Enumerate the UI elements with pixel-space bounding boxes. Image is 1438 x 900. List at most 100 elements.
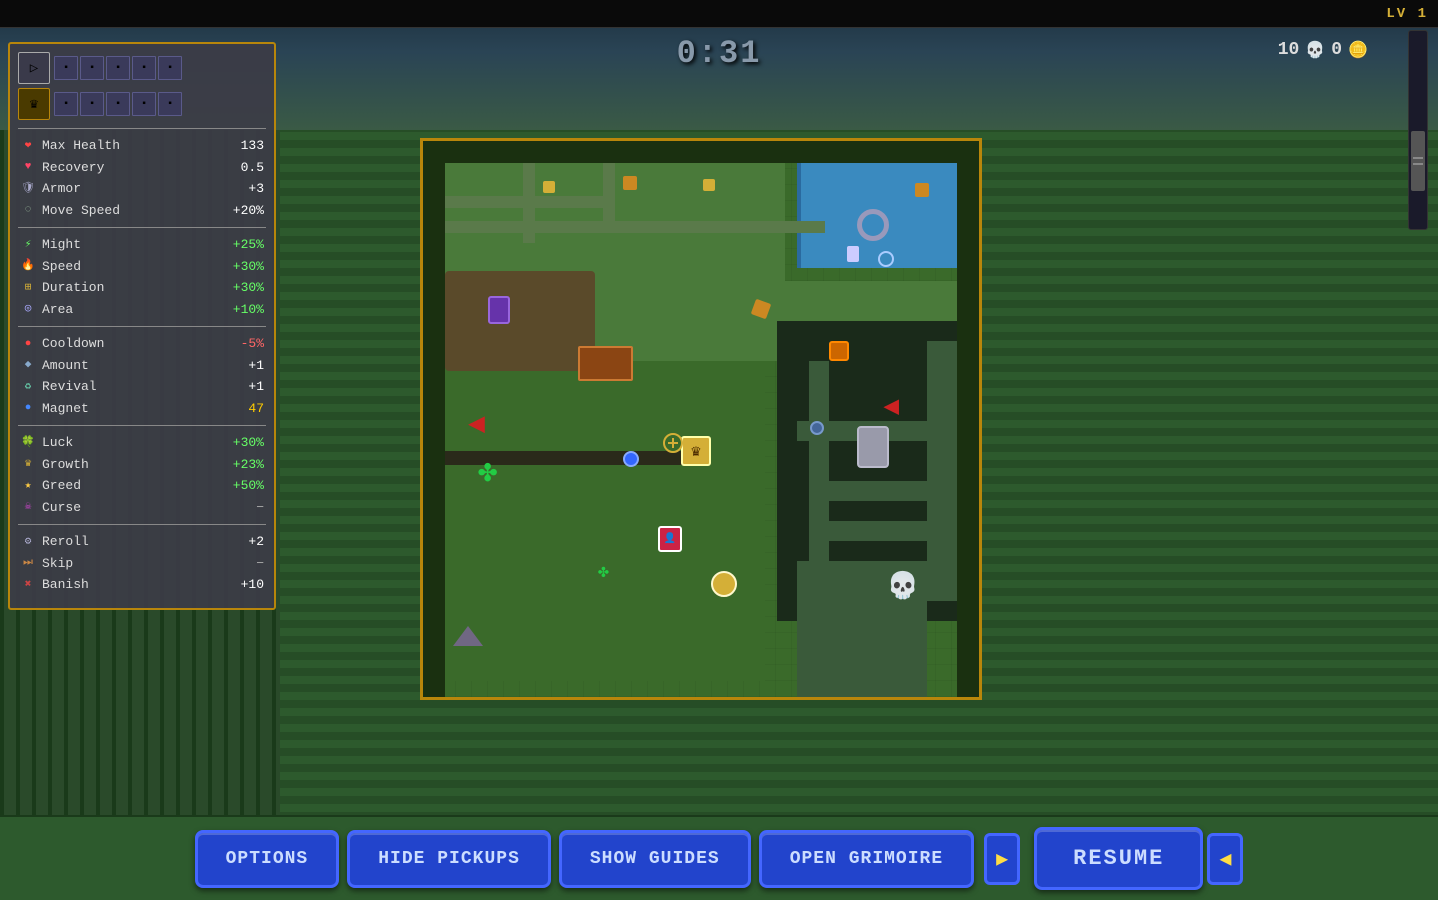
maze-path-1 <box>927 341 957 601</box>
maxhp-label: Max Health <box>42 136 224 156</box>
player-entity: 👤 <box>658 526 682 552</box>
stat-row-duration: ⊞ Duration +30% <box>18 277 266 299</box>
item-slot-4: ▪ <box>132 56 156 80</box>
banish-value: +10 <box>224 575 264 595</box>
item-slot-6: ▪ <box>54 92 78 116</box>
stat-row-amount: ◆ Amount +1 <box>18 355 266 377</box>
map-inner: ◀ ◀ ♛ ✤ 👤 ✤ 💀 <box>423 141 979 697</box>
stat-row-movespeed: ◌ Move Speed +20% <box>18 200 266 222</box>
item-slot-5: ▪ <box>158 56 182 80</box>
might-label: Might <box>42 235 224 255</box>
skip-icon: ⏭ <box>20 555 36 571</box>
icon-row-top: ▷ ▪ ▪ ▪ ▪ ▪ <box>18 52 266 84</box>
map-border-top <box>423 141 979 163</box>
top-path <box>445 221 825 233</box>
knight-entity <box>857 426 889 468</box>
options-button[interactable]: OPTIONS <box>195 830 340 888</box>
collectible-3 <box>703 179 715 191</box>
banish-icon: ✖ <box>20 577 36 593</box>
might-value: +25% <box>224 235 264 255</box>
arrow-right: ◀ <box>883 391 899 422</box>
stat-row-speed: 🔥 Speed +30% <box>18 256 266 278</box>
reroll-icon: ⚙ <box>20 534 36 550</box>
item-grid-top: ▪ ▪ ▪ ▪ ▪ <box>54 56 182 80</box>
crown-map-entity: ♛ <box>681 436 711 466</box>
stat-row-armor: 🛡 Armor +3 <box>18 178 266 200</box>
curse-value: − <box>224 498 264 518</box>
magnet-value: 47 <box>224 399 264 419</box>
npc-top <box>847 246 859 262</box>
map-container: ◀ ◀ ♛ ✤ 👤 ✤ 💀 <box>420 138 982 700</box>
luck-value: +30% <box>224 433 264 453</box>
top-bar: LV 1 <box>0 0 1438 28</box>
luck-label: Luck <box>42 433 224 453</box>
arrow-left: ◀ <box>468 406 485 441</box>
item-slot-7: ▪ <box>80 92 104 116</box>
orange-orb <box>829 341 849 361</box>
ring-entity <box>857 209 889 241</box>
item-slot-9: ▪ <box>132 92 156 116</box>
greed-value: +50% <box>224 476 264 496</box>
base-stats-section: ❤ Max Health 133 ♥ Recovery 0.5 🛡 Armor … <box>18 135 266 221</box>
movespeed-value: +20% <box>224 201 264 221</box>
luck-icon: 🍀 <box>20 435 36 451</box>
coin-icon: 🪙 <box>1348 40 1368 60</box>
path-v-2 <box>603 163 615 223</box>
duration-icon: ⊞ <box>20 280 36 296</box>
scrollbar-thumb[interactable] <box>1411 131 1425 191</box>
small-clover-entity: ✤ <box>598 561 609 583</box>
resume-section: ▶ RESUME ◀ <box>984 827 1243 890</box>
stat-row-skip: ⏭ Skip − <box>18 553 266 575</box>
reroll-value: +2 <box>224 532 264 552</box>
amount-icon: ◆ <box>20 357 36 373</box>
open-grimoire-button[interactable]: Open Grimoire <box>759 830 974 888</box>
hide-pickups-button[interactable]: Hide Pickups <box>347 830 551 888</box>
curse-label: Curse <box>42 498 224 518</box>
luck-stats-section: 🍀 Luck +30% ♛ Growth +23% ★ Greed +50% ☠… <box>18 432 266 518</box>
item-slot-3: ▪ <box>106 56 130 80</box>
right-arrow-btn[interactable]: ◀ <box>1207 833 1243 885</box>
recovery-label: Recovery <box>42 158 224 178</box>
clover-entity: ✤ <box>478 451 497 491</box>
revival-label: Revival <box>42 377 224 397</box>
stat-row-revival: ♻ Revival +1 <box>18 376 266 398</box>
left-arrow-btn[interactable]: ▶ <box>984 833 1020 885</box>
armor-label: Armor <box>42 179 224 199</box>
character-icon-section: ▷ ▪ ▪ ▪ ▪ ▪ ♛ ▪ ▪ ▪ ▪ ▪ <box>18 52 266 120</box>
speed-value: +30% <box>224 257 264 277</box>
skull-map-entity: 💀 <box>887 571 919 602</box>
collectible-1 <box>543 181 555 193</box>
skip-label: Skip <box>42 554 224 574</box>
divider-1 <box>18 128 266 129</box>
greed-icon: ★ <box>20 478 36 494</box>
center-grass <box>445 361 765 681</box>
divider-2 <box>18 227 266 228</box>
scrollbar[interactable] <box>1408 30 1428 230</box>
skip-value: − <box>224 554 264 574</box>
kill-count: 10 <box>1278 40 1300 60</box>
stat-row-recovery: ♥ Recovery 0.5 <box>18 157 266 179</box>
item-slot-8: ▪ <box>106 92 130 116</box>
bottom-bar: OPTIONS Hide Pickups Show Guides Open Gr… <box>0 815 1438 900</box>
movespeed-icon: ◌ <box>20 202 36 218</box>
amount-value: +1 <box>224 356 264 376</box>
crown-icon: ♛ <box>18 88 50 120</box>
armor-icon: 🛡 <box>20 181 36 197</box>
collectible-2 <box>623 176 637 190</box>
resume-button[interactable]: RESUME <box>1034 827 1203 890</box>
power-stats-section: ⚡ Might +25% 🔥 Speed +30% ⊞ Duration +30… <box>18 234 266 320</box>
maze-path-3 <box>827 481 927 501</box>
show-guides-button[interactable]: Show Guides <box>559 830 751 888</box>
duration-label: Duration <box>42 278 224 298</box>
cooldown-value: -5% <box>224 334 264 354</box>
speed-icon: 🔥 <box>20 258 36 274</box>
item-grid-bottom: ▪ ▪ ▪ ▪ ▪ <box>54 92 182 116</box>
reroll-label: Reroll <box>42 532 224 552</box>
area-label: Area <box>42 300 224 320</box>
stat-row-banish: ✖ Banish +10 <box>18 574 266 596</box>
stat-row-greed: ★ Greed +50% <box>18 475 266 497</box>
level-display: LV 1 <box>1386 6 1428 22</box>
recovery-value: 0.5 <box>224 158 264 178</box>
chest-entity <box>578 346 633 381</box>
collectible-4 <box>915 183 929 197</box>
